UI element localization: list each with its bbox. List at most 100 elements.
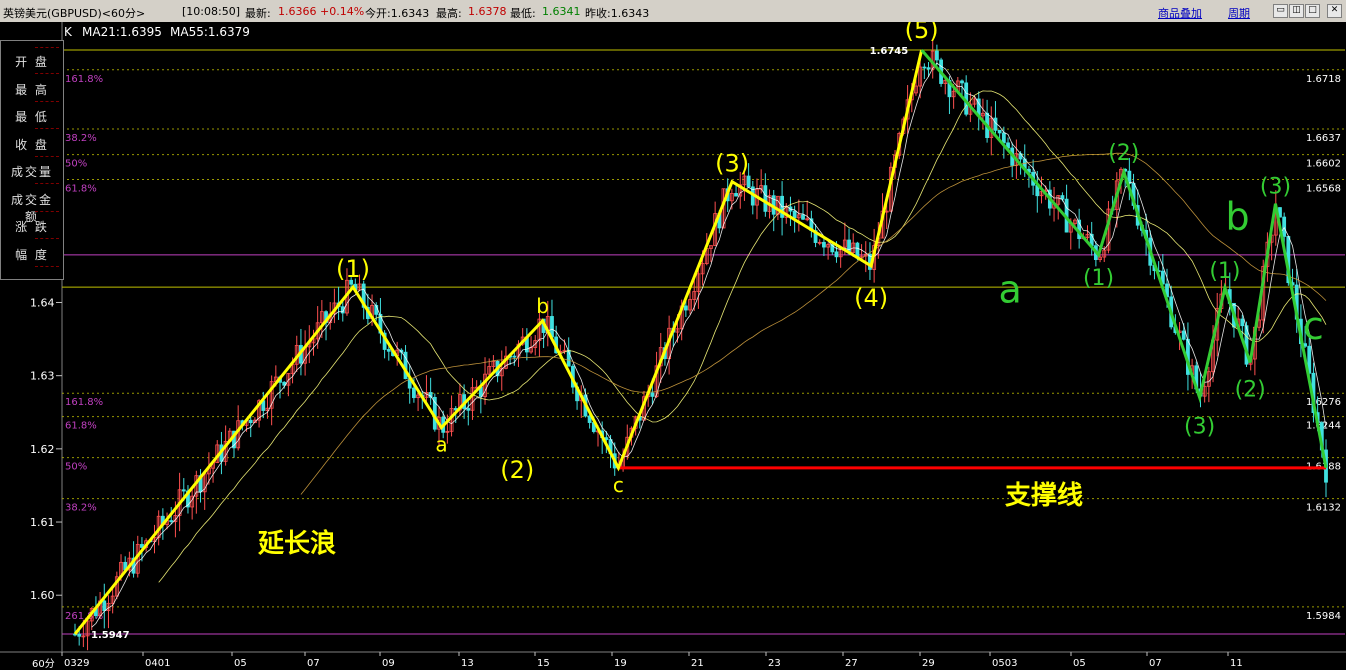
wave-label: (3) bbox=[1260, 175, 1291, 200]
candle-body bbox=[169, 520, 174, 523]
panel-item: 开 盘 bbox=[15, 55, 49, 69]
fib-left-label: 50% bbox=[65, 159, 87, 170]
panel-item: 收 盘 bbox=[15, 137, 49, 152]
panel-divider bbox=[35, 183, 59, 184]
restore-icon[interactable]: ◫ bbox=[1289, 4, 1304, 18]
wave-label: (5) bbox=[905, 22, 939, 44]
candle-body bbox=[801, 214, 805, 220]
candle-body bbox=[411, 387, 416, 399]
wave-label: a bbox=[435, 433, 447, 457]
panel-item: 涨 跌 bbox=[15, 220, 49, 234]
candle-body bbox=[1181, 330, 1186, 340]
prev-close: 昨收:1.6343 bbox=[585, 7, 650, 20]
overlay-link[interactable]: 商品叠加 bbox=[1158, 5, 1202, 21]
latest-label: 最新: bbox=[245, 7, 271, 20]
candle-body bbox=[792, 210, 797, 219]
fib-right-label: 1.6276 bbox=[1306, 397, 1341, 408]
latest-value: 1.6366 bbox=[278, 5, 317, 18]
period-link[interactable]: 周期 bbox=[1228, 5, 1250, 21]
candle-body bbox=[834, 251, 839, 258]
support-label: 支撑线 bbox=[1005, 481, 1083, 511]
fib-left-label: 38.2% bbox=[65, 503, 97, 514]
candle-body bbox=[1001, 132, 1006, 144]
wave-label: (4) bbox=[854, 284, 888, 312]
y-tick-label: 1.60 bbox=[30, 589, 55, 602]
wave-label: c bbox=[613, 473, 624, 497]
panel-divider bbox=[35, 210, 59, 212]
candle-body bbox=[822, 241, 826, 248]
fib-right-label: 1.5984 bbox=[1306, 611, 1341, 622]
x-tick-label: 13 bbox=[461, 658, 474, 669]
kline-legend-k: K bbox=[64, 25, 73, 39]
instrument-title: 英镑美元(GBPUSD)<60分> bbox=[3, 7, 146, 20]
x-tick-label: 07 bbox=[307, 658, 320, 669]
wave-label: (3) bbox=[715, 150, 749, 178]
candle-body bbox=[604, 437, 609, 440]
wave-label: (2) bbox=[500, 456, 534, 484]
candlestick-chart[interactable]: K MA21:1.6395 MA55:1.6379 161.8% 1.6718 38… bbox=[0, 22, 1346, 670]
x-tick-label: 0329 bbox=[64, 658, 89, 669]
candle-body bbox=[1282, 216, 1287, 237]
x-tick-label: 07 bbox=[1149, 658, 1162, 669]
x-tick-label: 09 bbox=[382, 658, 395, 669]
info-panel: 开 盘最 高最 低收 盘成交量 成交金额涨 跌幅 度 bbox=[0, 40, 64, 280]
close-icon[interactable]: ✕ bbox=[1327, 4, 1342, 18]
fib-left-label: 38.2% bbox=[65, 133, 97, 144]
y-tick-label: 1.63 bbox=[30, 370, 55, 383]
low-label: 最低: bbox=[510, 7, 536, 20]
y-tick-label: 1.62 bbox=[30, 443, 55, 456]
candle-body bbox=[650, 392, 655, 397]
y-tick-label: 1.64 bbox=[30, 296, 55, 309]
wave-label: (2) bbox=[1108, 141, 1139, 166]
x-tick-label: 27 bbox=[845, 658, 858, 669]
panel-divider bbox=[35, 47, 59, 48]
candle-body bbox=[934, 50, 939, 61]
panel-divider bbox=[35, 155, 59, 157]
x-tick-label: 21 bbox=[691, 658, 704, 669]
candle-body bbox=[102, 600, 107, 612]
panel-item: 最 低 bbox=[15, 110, 49, 124]
fib-right-label: 1.6568 bbox=[1306, 184, 1341, 195]
fib-right-label: 1.6718 bbox=[1306, 74, 1341, 85]
low-value: 1.6341 bbox=[542, 5, 581, 18]
change-pct: +0.14% bbox=[320, 5, 365, 18]
layout-icon[interactable]: ▭ bbox=[1273, 4, 1288, 18]
panel-item: 成交量 bbox=[10, 165, 53, 179]
high-value: 1.6378 bbox=[468, 5, 507, 18]
candle-body bbox=[77, 633, 82, 637]
candle-body bbox=[960, 80, 964, 84]
wave-label: (1) bbox=[1083, 266, 1114, 291]
quote-bar: 英镑美元(GBPUSD)<60分> [10:08:50] 最新: 1.6366 … bbox=[0, 0, 1346, 23]
fib-right-label: 1.6637 bbox=[1306, 133, 1341, 144]
x-tick-label: 15 bbox=[537, 658, 550, 669]
wave-label: (3) bbox=[1184, 415, 1215, 440]
wave-label: (1) bbox=[1209, 259, 1240, 284]
candle-body bbox=[386, 349, 391, 352]
x-tick-label: 11 bbox=[1230, 658, 1243, 669]
candle-body bbox=[922, 66, 927, 69]
wave-letter-label: c bbox=[1303, 304, 1324, 348]
candle-body bbox=[566, 349, 571, 367]
panel-item: 成交金额 bbox=[10, 192, 53, 224]
panel-divider bbox=[35, 265, 59, 267]
panel-divider bbox=[35, 238, 59, 239]
panel-item: 幅 度 bbox=[15, 247, 49, 262]
x-tick-label: 0503 bbox=[992, 658, 1017, 669]
maximize-icon[interactable]: □ bbox=[1305, 4, 1320, 18]
wave-letter-label: b bbox=[1225, 194, 1249, 238]
clock: [10:08:50] bbox=[182, 5, 240, 18]
panel-divider bbox=[35, 100, 59, 102]
panel-divider bbox=[35, 73, 59, 74]
candle-body bbox=[1240, 318, 1245, 327]
extreme-price-label: 1.6745 bbox=[870, 46, 909, 57]
candle-body bbox=[181, 489, 186, 492]
wave-label: (1) bbox=[336, 255, 370, 283]
fib-left-label: 61.8% bbox=[65, 184, 97, 195]
candle-body bbox=[997, 129, 1002, 134]
fib-right-label: 1.6132 bbox=[1306, 503, 1341, 514]
panel-divider bbox=[35, 128, 59, 129]
ma21-legend: MA21:1.6395 bbox=[82, 25, 162, 39]
y-tick-label: 1.61 bbox=[30, 516, 55, 529]
wave-label: (2) bbox=[1235, 377, 1266, 402]
candle-body bbox=[734, 193, 738, 197]
